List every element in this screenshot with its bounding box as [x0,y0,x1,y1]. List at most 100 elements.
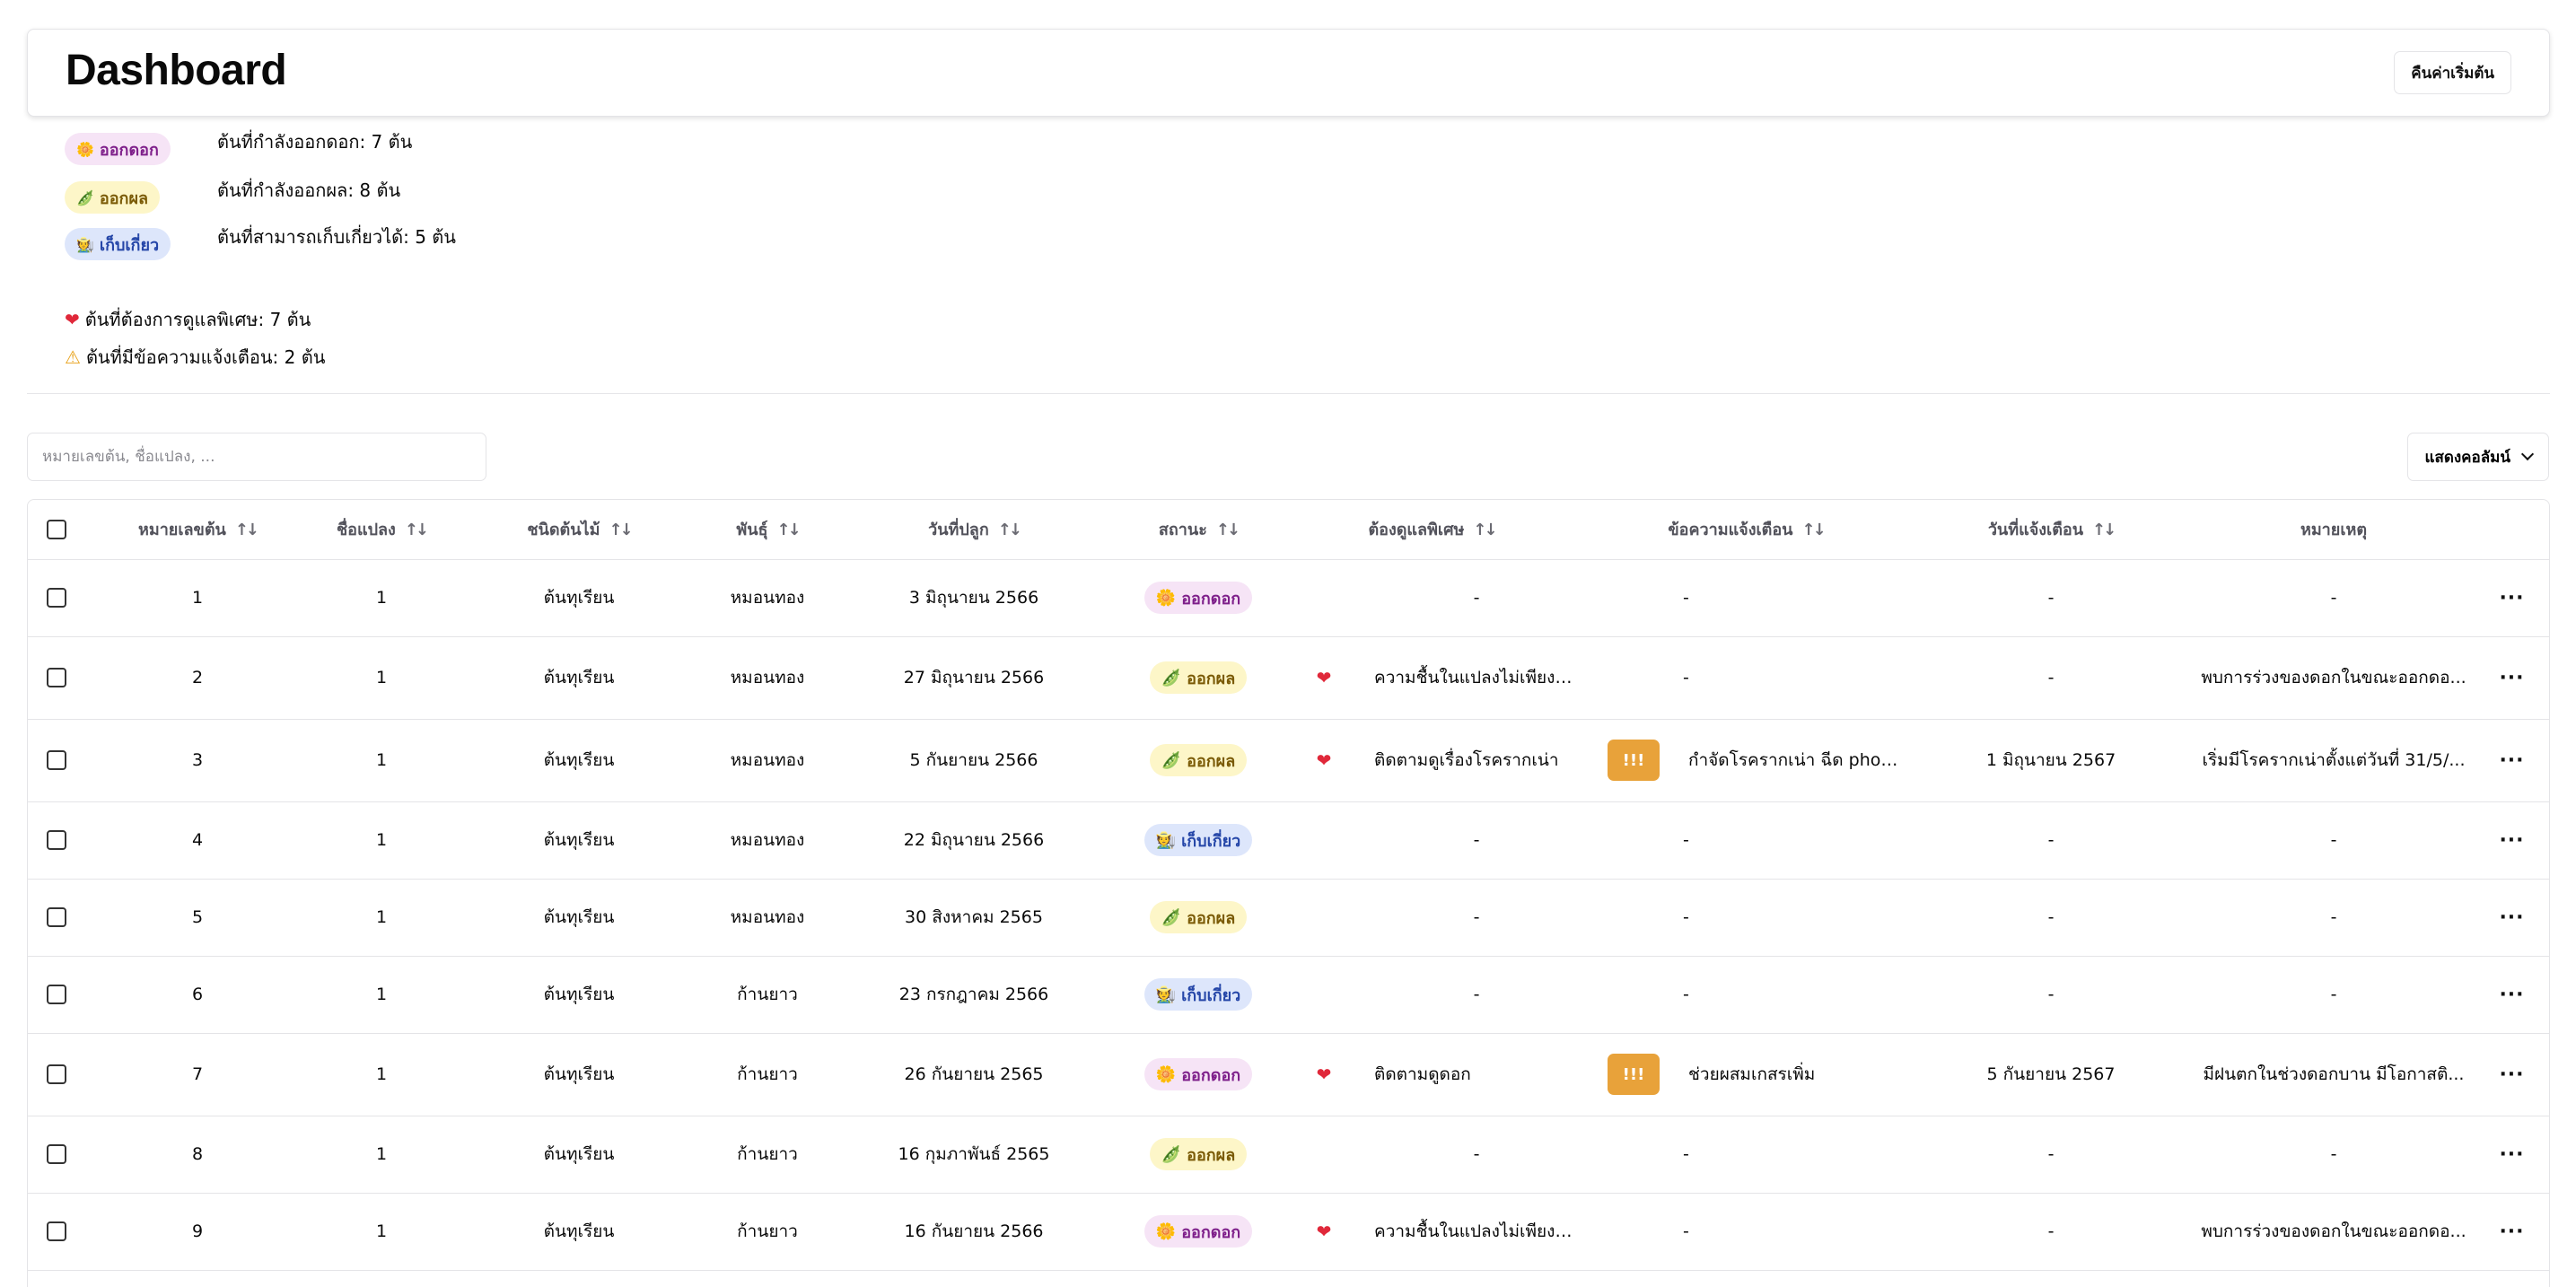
cell-status: 🫛 ออกผล [1117,879,1279,957]
cell-plot: 1 [310,879,453,957]
alert-button[interactable]: !!! [1608,740,1660,781]
column-header[interactable]: สถานะ ↑↓ [1117,500,1279,560]
cell-alert-flag: !!! [1584,719,1683,802]
cell-row-actions: ··· [2473,719,2549,802]
status-badge-label: ออกผล [99,188,149,208]
harvest-icon: 🧑‍🌾 [76,235,94,253]
cell-variety: ก้านยาว [705,1033,830,1116]
cell-plot: 1 [310,1033,453,1116]
row-checkbox[interactable] [47,668,66,688]
more-options-icon[interactable]: ··· [2499,1064,2524,1086]
summary-count-text: ต้นที่สามารถเก็บเกี่ยวได้: 5 ต้น [217,226,456,248]
row-checkbox[interactable] [47,985,66,1005]
column-header[interactable]: ชนิดต้นไม้ ↑↓ [453,500,705,560]
cell-special-care: - [1369,1116,1584,1194]
alert-button[interactable]: !!! [1608,1054,1660,1095]
row-checkbox[interactable] [47,588,66,608]
column-header[interactable]: วันที่ปลูก ↑↓ [830,500,1117,560]
more-options-icon[interactable]: ··· [2499,749,2524,772]
chevron-down-icon [2520,447,2535,461]
row-checkbox[interactable] [47,750,66,771]
cell-alert-flag [1584,559,1683,637]
column-header-label: สถานะ [1158,521,1207,540]
summary-count-text: ต้นที่กำลังออกผล: 8 ต้น [217,179,401,201]
sort-arrows-icon[interactable]: ↑↓ [1473,521,1497,539]
row-checkbox[interactable] [47,830,66,851]
row-checkbox[interactable] [47,907,66,928]
status-badge: 🧑‍🌾 เก็บเกี่ยว [1143,824,1253,856]
cell-variety: ก้านยาว [705,1116,830,1194]
column-header-label: ชนิดต้นไม้ [527,521,600,540]
fruit-icon: 🫛 [1161,1144,1182,1164]
column-header[interactable]: หมายเลขต้น ↑↓ [85,500,310,560]
cell-note: - [2195,879,2473,957]
cell-plot: 1 [310,1193,453,1271]
status-label: ออกผล [1187,908,1236,928]
cell-special-care: - [1369,801,1584,880]
search-input[interactable] [27,433,486,481]
header-select-all [28,500,85,560]
summary-row-harvest: 🧑‍🌾 เก็บเกี่ยว ต้นที่สามารถเก็บเกี่ยวได้: … [65,226,456,260]
status-badge: 🫛 ออกผล [1149,744,1248,776]
status-badge-fruit: 🫛 ออกผล [65,181,161,214]
sort-arrows-icon[interactable]: ↑↓ [2092,521,2116,539]
cell-alert-date: 5 กันยายน 2567 [1907,1033,2195,1116]
sort-arrows-icon[interactable]: ↑↓ [405,521,429,539]
more-options-icon[interactable]: ··· [2499,984,2524,1006]
cell-row-actions: ··· [2473,801,2549,880]
cell-tree-type: ต้นทุเรียน [453,559,705,637]
cell-planted-date: 16 กุมภาพันธ์ 2565 [830,1116,1117,1194]
cell-status: 🌼 ออกดอก [1117,1193,1279,1271]
cell-tree-type: ต้นทุเรียน [453,1193,705,1271]
select-all-checkbox[interactable] [47,519,66,539]
cell-plot: 1 [310,719,453,802]
cell-note: - [2195,1116,2473,1194]
table-row: 9 1 ต้นทุเรียน ก้านยาว 16 กันยายน 2566 🌼 ออกดอ… [28,1193,2549,1271]
column-header[interactable]: ข้อความแจ้งเตือน ↑↓ [1584,500,1907,560]
row-checkbox[interactable] [47,1144,66,1165]
sort-arrows-icon[interactable]: ↑↓ [1801,521,1826,539]
table-row: 7 1 ต้นทุเรียน ก้านยาว 26 กันยายน 2565 🌼 ออกดอ… [28,1033,2549,1116]
cell-tree-id: 9 [85,1193,310,1271]
cell-row-actions: ··· [2473,559,2549,637]
cell-care-flag: ❤ [1279,636,1369,720]
more-options-icon[interactable]: ··· [2499,587,2524,609]
sort-arrows-icon[interactable]: ↑↓ [1216,521,1240,539]
cell-care-flag [1279,956,1369,1034]
column-header[interactable]: ชื่อแปลง ↑↓ [310,500,453,560]
table-row: 8 1 ต้นทุเรียน ก้านยาว 16 กุมภาพันธ์ 2565 🫛 ออ… [28,1116,2549,1194]
sort-arrows-icon[interactable]: ↑↓ [776,521,801,539]
cell-care-flag: ❤ [1279,1193,1369,1271]
status-label: ออกผล [1187,669,1236,688]
row-select-cell [28,559,85,637]
cell-planted-date: 26 กันยายน 2565 [830,1033,1117,1116]
cell-alert-date: - [1907,801,2195,880]
row-checkbox[interactable] [47,1221,66,1242]
more-options-icon[interactable]: ··· [2499,1143,2524,1166]
more-options-icon[interactable]: ··· [2499,829,2524,852]
reset-button[interactable]: คืนค่าเริ่มต้น [2394,51,2511,94]
sort-arrows-icon[interactable]: ↑↓ [609,521,633,539]
more-options-icon[interactable]: ··· [2499,1221,2524,1243]
column-header-label: หมายเหตุ [2300,521,2368,540]
status-label: ออกดอก [1181,1222,1241,1242]
cell-row-actions: ··· [2473,1116,2549,1194]
cell-alert-date: - [1907,956,2195,1034]
column-header[interactable]: ต้องดูแลพิเศษ ↑↓ [1279,500,1584,560]
flower-icon: 🌼 [1155,1221,1177,1241]
cell-variety: หมอนทอง [705,636,830,720]
sort-arrows-icon[interactable]: ↑↓ [998,521,1022,539]
row-checkbox[interactable] [47,1064,66,1085]
sort-arrows-icon[interactable]: ↑↓ [235,521,259,539]
cell-alert-message: - [1683,879,1907,957]
cell-alert-message: - [1683,1116,1907,1194]
more-options-icon[interactable]: ··· [2499,667,2524,689]
cell-alert-flag [1584,879,1683,957]
status-badge: 🌼 ออกดอก [1143,1215,1253,1248]
more-options-icon[interactable]: ··· [2499,906,2524,929]
cell-alert-date: - [1907,636,2195,720]
column-header[interactable]: วันที่แจ้งเตือน ↑↓ [1907,500,2195,560]
show-columns-button[interactable]: แสดงคอลัมน์ [2407,433,2549,481]
cell-alert-message: - [1683,559,1907,637]
column-header[interactable]: พันธุ์ ↑↓ [705,500,830,560]
